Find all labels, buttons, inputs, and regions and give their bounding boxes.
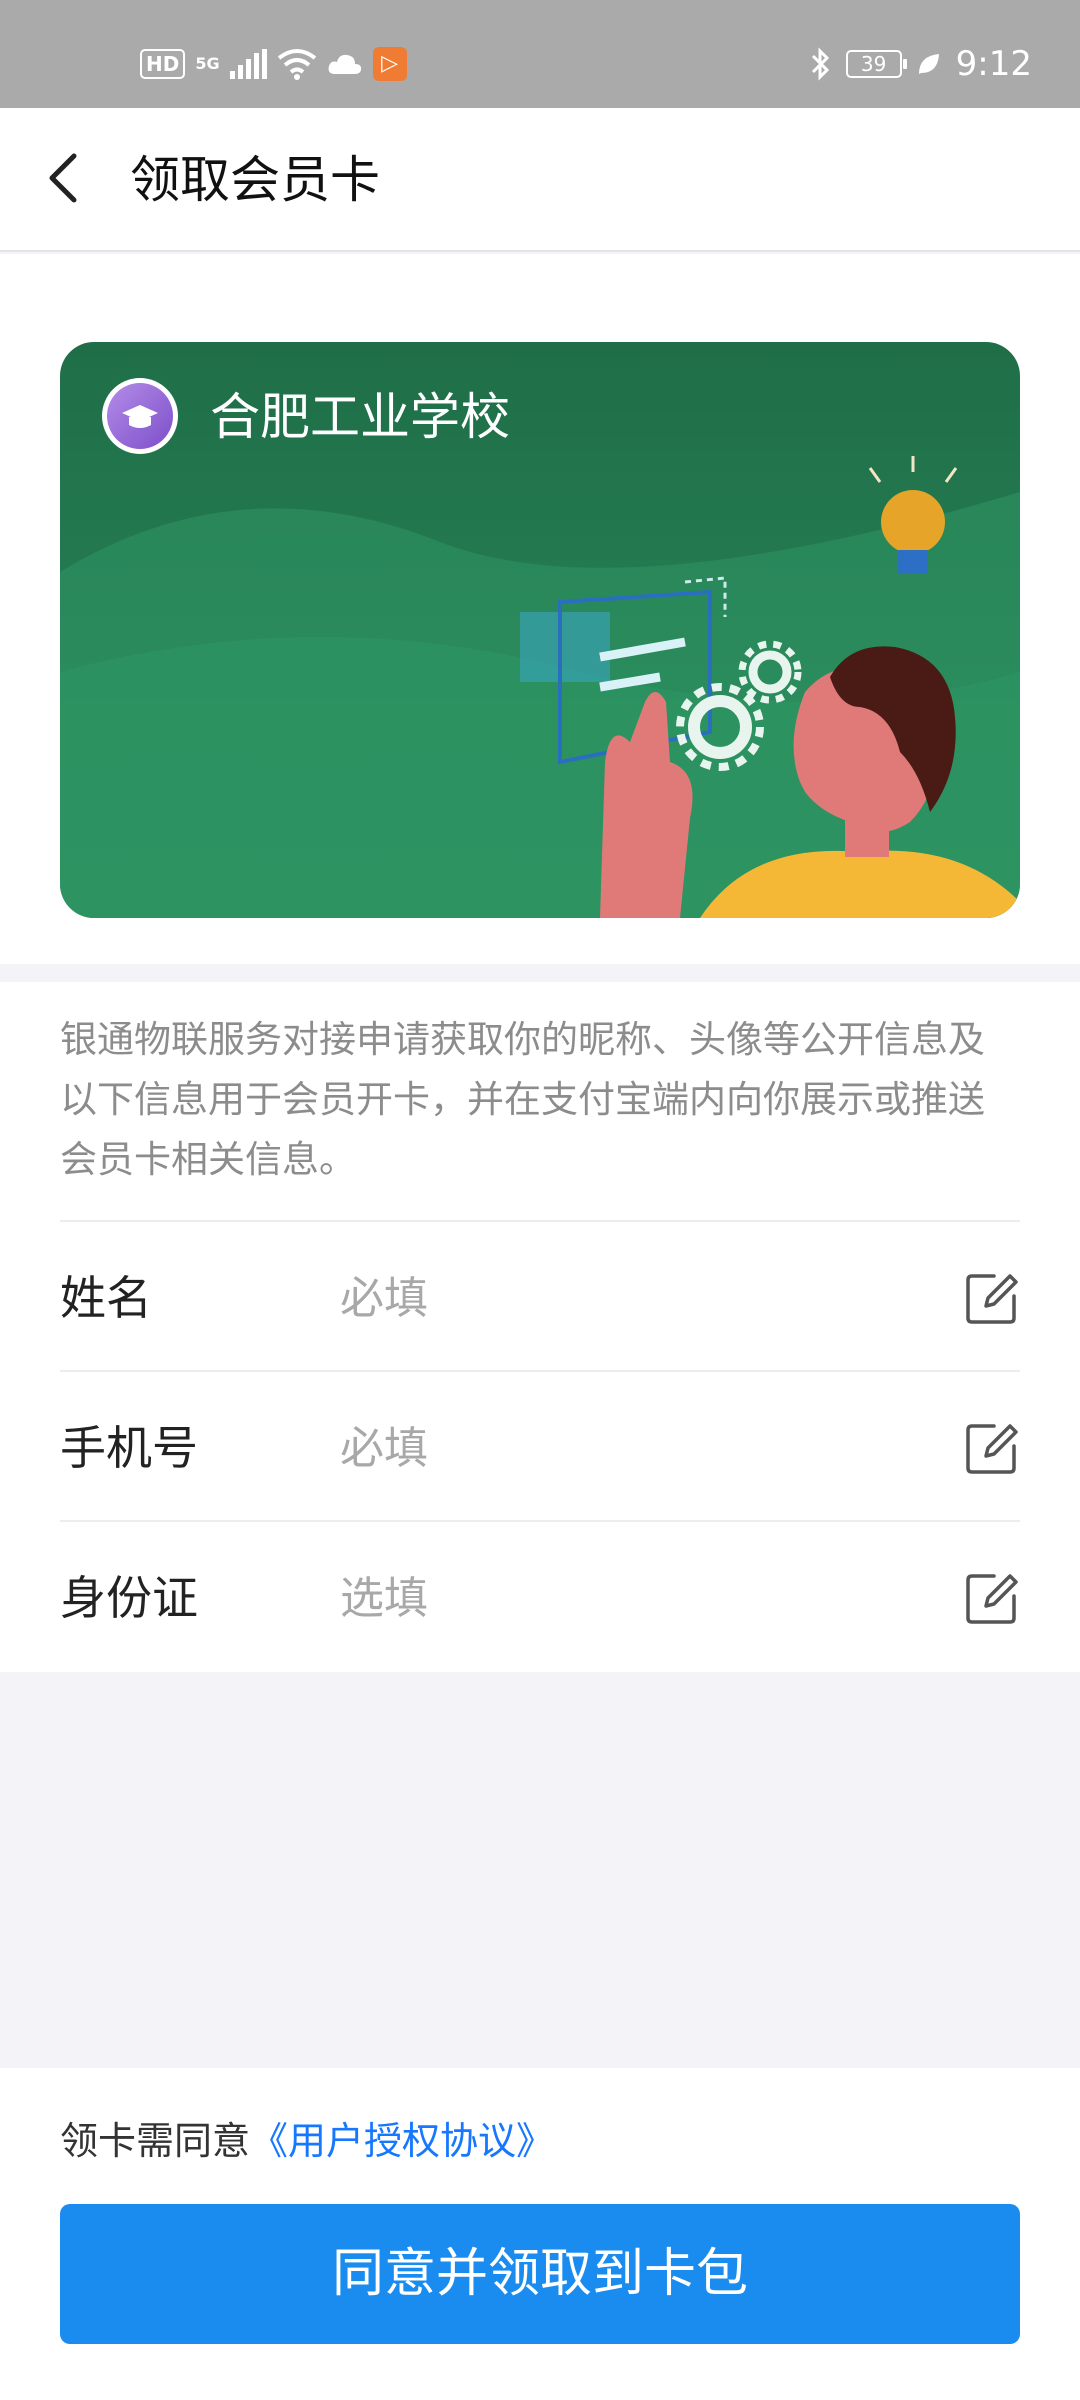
card-section: 合肥工业学校 bbox=[0, 254, 1080, 964]
network-type-icon: 5G bbox=[195, 54, 220, 73]
nav-bar: 领取会员卡 bbox=[0, 108, 1080, 252]
field-row-phone: 手机号 bbox=[60, 1370, 1020, 1520]
status-icons-right: 39 9:12 bbox=[810, 44, 1032, 84]
authorization-notice: 银通物联服务对接申请获取你的昵称、头像等公开信息及以下信息用于会员开卡，并在支付… bbox=[60, 1018, 985, 1181]
school-name: 合肥工业学校 bbox=[210, 388, 510, 446]
status-icons-left: HD 5G ▷ bbox=[140, 44, 407, 84]
status-bar: HD 5G ▷ 39 9:12 bbox=[0, 0, 1080, 108]
edit-icon[interactable] bbox=[964, 1420, 1020, 1476]
field-row-id-card: 身份证 bbox=[60, 1520, 1020, 1670]
school-logo bbox=[102, 378, 178, 454]
leaf-icon bbox=[918, 54, 939, 74]
edit-icon[interactable] bbox=[964, 1570, 1020, 1626]
page-title: 领取会员卡 bbox=[130, 151, 380, 209]
agreement-prefix: 领卡需同意 bbox=[60, 2119, 251, 2163]
battery-icon: 39 bbox=[845, 50, 907, 78]
hd-icon: HD bbox=[140, 49, 186, 79]
app-notification-icon: ▷ bbox=[372, 47, 407, 81]
agreement-line: 领卡需同意《用户授权协议》 bbox=[60, 2116, 554, 2166]
agree-and-claim-button[interactable]: 同意并领取到卡包 bbox=[60, 2204, 1020, 2344]
user-agreement-link[interactable]: 《用户授权协议》 bbox=[250, 2119, 554, 2163]
form-section: 银通物联服务对接申请获取你的昵称、头像等公开信息及以下信息用于会员开卡，并在支付… bbox=[0, 982, 1080, 1672]
phone-label: 手机号 bbox=[60, 1421, 198, 1475]
id-card-label: 身份证 bbox=[60, 1571, 198, 1625]
cloud-icon bbox=[328, 54, 361, 74]
bluetooth-icon bbox=[811, 47, 829, 81]
footer: 领卡需同意《用户授权协议》 同意并领取到卡包 bbox=[0, 2068, 1080, 2400]
field-row-name: 姓名 bbox=[60, 1220, 1020, 1370]
member-card: 合肥工业学校 bbox=[60, 342, 1020, 918]
wifi-icon bbox=[277, 49, 316, 80]
edit-icon[interactable] bbox=[964, 1270, 1020, 1326]
id-card-input[interactable] bbox=[340, 1568, 900, 1628]
clock: 9:12 bbox=[955, 44, 1032, 84]
name-input[interactable] bbox=[340, 1268, 900, 1328]
name-label: 姓名 bbox=[60, 1271, 152, 1325]
phone-input[interactable] bbox=[340, 1418, 900, 1478]
back-arrow-icon[interactable] bbox=[34, 146, 98, 210]
card-illustration bbox=[60, 456, 1020, 918]
signal-icon bbox=[229, 49, 267, 79]
